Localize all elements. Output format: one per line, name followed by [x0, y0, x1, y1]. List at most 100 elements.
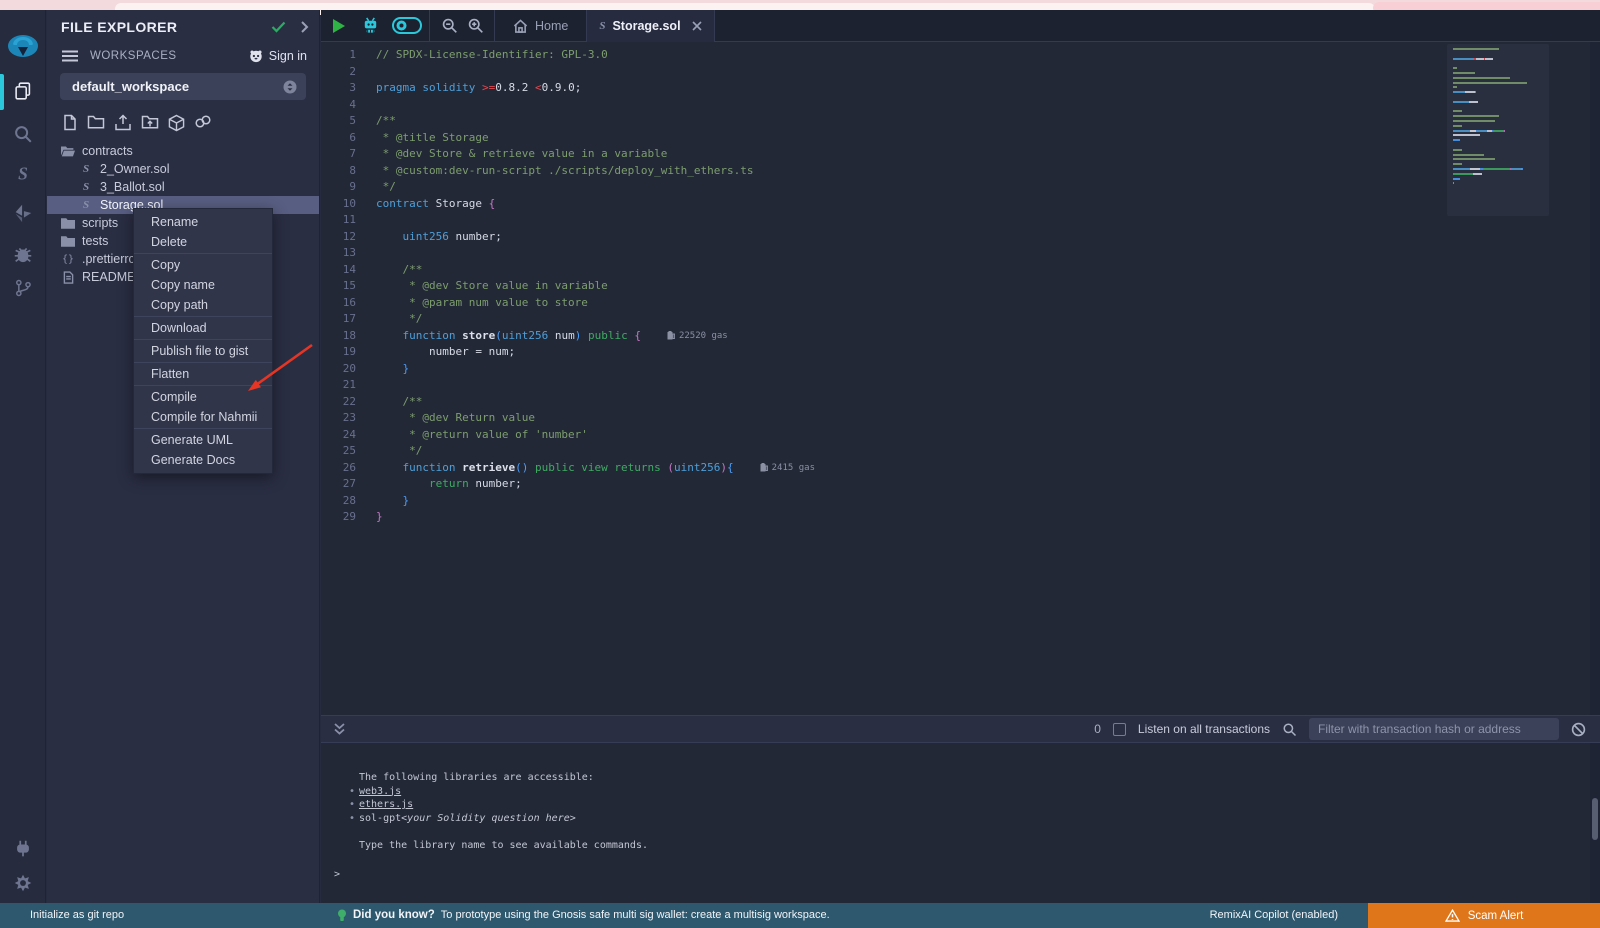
line-number: 13	[321, 245, 376, 262]
upload-file-icon[interactable]	[114, 114, 132, 132]
menu-item-publish-file-to-gist[interactable]: Publish file to gist	[134, 341, 272, 361]
code-line: 26 function retrieve() public view retur…	[321, 460, 1600, 477]
copilot-status[interactable]: RemixAI Copilot (enabled)	[1210, 903, 1338, 928]
collapse-terminal-icon[interactable]	[333, 722, 346, 736]
browser-chrome-strip	[0, 0, 1600, 10]
folder-icon	[61, 217, 75, 229]
scam-alert-label: Scam Alert	[1468, 910, 1524, 922]
gas-estimate-badge: 2415 gas	[760, 460, 815, 477]
line-number: 8	[321, 163, 376, 180]
listen-transactions-label: Listen on all transactions	[1138, 722, 1270, 736]
line-number: 14	[321, 262, 376, 279]
remixai-robot-icon[interactable]	[355, 16, 385, 35]
menu-item-copy-name[interactable]: Copy name	[134, 275, 272, 295]
tab-home[interactable]: Home	[495, 10, 586, 42]
remix-logo-icon[interactable]	[0, 28, 46, 68]
debugger-icon[interactable]	[0, 237, 46, 271]
code-line: 17 */	[321, 311, 1600, 328]
home-icon	[513, 19, 528, 33]
code-line: 4	[321, 97, 1600, 114]
line-number: 26	[321, 460, 376, 477]
code-editor[interactable]: 1// SPDX-License-Identifier: GPL-3.023pr…	[321, 42, 1600, 715]
git-icon[interactable]	[0, 271, 46, 305]
line-number: 4	[321, 97, 376, 114]
new-file-icon[interactable]	[62, 114, 78, 132]
sign-in-button[interactable]: Sign in	[248, 49, 307, 63]
solidity-compiler-icon[interactable]: S	[0, 157, 46, 191]
menu-item-copy-path[interactable]: Copy path	[134, 295, 272, 315]
menu-separator	[134, 316, 272, 317]
file-explorer-icon[interactable]	[0, 74, 46, 108]
zoom-out-icon[interactable]	[436, 17, 462, 34]
line-number: 19	[321, 344, 376, 361]
code-line: 8 * @custom:dev-run-script ./scripts/dep…	[321, 163, 1600, 180]
scrollbar-track[interactable]	[1590, 42, 1600, 903]
clear-console-icon[interactable]	[1571, 722, 1586, 737]
deploy-run-icon[interactable]	[0, 196, 46, 230]
cube-icon[interactable]	[168, 114, 185, 132]
chevron-right-icon[interactable]	[300, 21, 309, 33]
github-icon	[248, 49, 264, 63]
code-line: 29}	[321, 509, 1600, 526]
code-line: 16 * @param num value to store	[321, 295, 1600, 312]
hamburger-menu-icon[interactable]	[62, 50, 78, 62]
code-line: 24 * @return value of 'number'	[321, 427, 1600, 444]
listen-transactions-checkbox[interactable]	[1113, 723, 1126, 736]
menu-item-copy[interactable]: Copy	[134, 255, 272, 275]
plugin-manager-icon[interactable]	[0, 832, 46, 866]
menu-separator	[134, 385, 272, 386]
folder-icon	[61, 235, 75, 247]
line-number: 27	[321, 476, 376, 493]
line-number: 18	[321, 328, 376, 345]
tab-home-label: Home	[535, 19, 568, 33]
zoom-in-icon[interactable]	[462, 17, 488, 34]
line-number: 23	[321, 410, 376, 427]
tab-storage-sol[interactable]: S Storage.sol	[587, 10, 714, 42]
scam-alert-button[interactable]: Scam Alert	[1368, 903, 1600, 928]
svg-text:S: S	[18, 164, 28, 184]
menu-item-generate-uml[interactable]: Generate UML	[134, 430, 272, 450]
transaction-filter-input[interactable]	[1309, 718, 1559, 740]
link-icon[interactable]	[194, 114, 212, 132]
run-script-button[interactable]	[321, 18, 355, 34]
terminal-prompt[interactable]: >	[334, 868, 340, 882]
terminal[interactable]: The following libraries are accessible:•…	[321, 743, 1590, 903]
terminal-search-icon[interactable]	[1282, 722, 1297, 737]
search-icon[interactable]	[0, 117, 46, 151]
workspace-select[interactable]: default_workspace	[60, 73, 306, 100]
menu-item-delete[interactable]: Delete	[134, 232, 272, 252]
menu-item-flatten[interactable]: Flatten	[134, 364, 272, 384]
menu-item-rename[interactable]: Rename	[134, 212, 272, 232]
file-context-menu: RenameDelete CopyCopy nameCopy path Downlo…	[133, 208, 273, 474]
line-number: 16	[321, 295, 376, 312]
minimap[interactable]	[1453, 48, 1545, 187]
menu-item-download[interactable]: Download	[134, 318, 272, 338]
new-folder-icon[interactable]	[87, 114, 105, 132]
copilot-toggle[interactable]	[385, 17, 429, 34]
select-arrows-icon	[283, 80, 297, 94]
close-tab-icon[interactable]	[692, 21, 702, 31]
init-git-repo-button[interactable]: Initialize as git repo	[30, 903, 124, 928]
line-number: 12	[321, 229, 376, 246]
tree-item-2-owner-sol[interactable]: S2_Owner.sol	[47, 160, 319, 178]
solidity-file-icon: S	[599, 20, 605, 32]
menu-item-compile[interactable]: Compile	[134, 387, 272, 407]
tree-item-label: 3_Ballot.sol	[100, 180, 165, 194]
activity-bar: S	[0, 10, 46, 903]
code-line: 23 * @dev Return value	[321, 410, 1600, 427]
line-number: 5	[321, 113, 376, 130]
transaction-count: 0	[1094, 722, 1101, 736]
line-number: 3	[321, 80, 376, 97]
tree-item-contracts[interactable]: contracts	[47, 142, 319, 160]
line-number: 7	[321, 146, 376, 163]
terminal-scrollbar[interactable]	[1592, 798, 1598, 840]
menu-item-compile-for-nahmii[interactable]: Compile for Nahmii	[134, 407, 272, 427]
terminal-library-link[interactable]: ethers.js	[359, 798, 413, 812]
workspaces-label: WORKSPACES	[90, 50, 248, 62]
tree-item-3-ballot-sol[interactable]: S3_Ballot.sol	[47, 178, 319, 196]
settings-gear-icon[interactable]	[0, 866, 46, 900]
check-icon[interactable]	[271, 21, 286, 33]
upload-folder-icon[interactable]	[141, 114, 159, 132]
terminal-library-link[interactable]: web3.js	[359, 785, 401, 799]
menu-item-generate-docs[interactable]: Generate Docs	[134, 450, 272, 470]
